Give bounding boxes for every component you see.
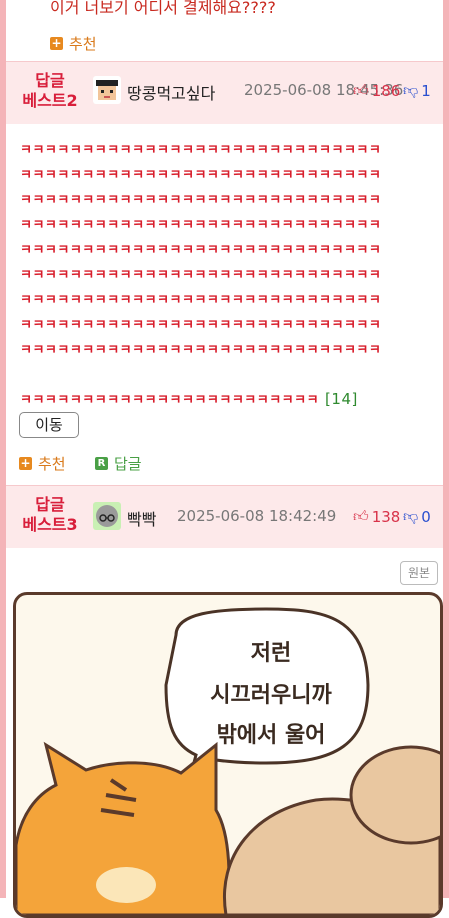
plus-icon: + <box>50 36 63 50</box>
page-frame-right <box>443 0 449 898</box>
thumbs-down-icon: 👎︎ <box>403 507 419 525</box>
comment-line: ㅋㅋㅋㅋㅋㅋㅋㅋㅋㅋㅋㅋㅋㅋㅋㅋㅋㅋㅋㅋㅋㅋㅋㅋㅋㅋㅋㅋㅋ <box>20 268 382 283</box>
comment-header-best2: 답글 베스트2 땅콩먹고싶다 2025-06-08 18:45:36 👍︎ 18… <box>6 61 443 124</box>
nickname[interactable]: 빡빡 <box>127 506 156 530</box>
move-button[interactable]: 이동 <box>19 412 79 438</box>
comment-line: ㅋㅋㅋㅋㅋㅋㅋㅋㅋㅋㅋㅋㅋㅋㅋㅋㅋㅋㅋㅋㅋㅋㅋㅋㅋㅋㅋㅋㅋ <box>20 218 382 233</box>
best-tag: 답글 베스트3 <box>22 495 78 534</box>
comment-line: ㅋㅋㅋㅋㅋㅋㅋㅋㅋㅋㅋㅋㅋㅋㅋㅋㅋㅋㅋㅋㅋㅋㅋㅋㅋㅋㅋㅋㅋ <box>20 318 382 333</box>
reply-icon: R <box>95 457 108 470</box>
avatar[interactable] <box>93 76 121 104</box>
thumbs-down-icon: 👎︎ <box>403 81 419 99</box>
comment-line: ㅋㅋㅋㅋㅋㅋㅋㅋㅋㅋㅋㅋㅋㅋㅋㅋㅋㅋㅋㅋㅋㅋㅋㅋㅋㅋㅋㅋㅋ <box>20 243 382 258</box>
recommend-button[interactable]: + 추천 <box>19 453 66 474</box>
plus-icon: + <box>19 456 32 470</box>
page-frame-left <box>0 0 6 898</box>
best-tag: 답글 베스트2 <box>22 71 78 110</box>
comment-line: ㅋㅋㅋㅋㅋㅋㅋㅋㅋㅋㅋㅋㅋㅋㅋㅋㅋㅋㅋㅋㅋㅋㅋㅋㅋㅋㅋㅋㅋ <box>20 143 382 158</box>
bubble-line: 밖에서 울어 <box>216 723 326 748</box>
comment-text: 이거 너보기 어디서 결제해요???? <box>50 0 276 17</box>
recommend-label: 추천 <box>38 455 66 473</box>
thumbs-up-icon: 👍︎ <box>353 507 369 525</box>
nickname[interactable]: 땅콩먹고싶다 <box>127 80 215 104</box>
comment-line-last: ㅋㅋㅋㅋㅋㅋㅋㅋㅋㅋㅋㅋㅋㅋㅋㅋㅋㅋㅋㅋㅋㅋㅋㅋ [14] <box>20 390 358 408</box>
bubble-line: 저런 <box>250 641 292 666</box>
downvote-button[interactable]: 👎︎ 1 <box>403 81 431 100</box>
avatar[interactable] <box>93 502 121 530</box>
thumbs-up-icon: 👍︎ <box>353 81 369 99</box>
post-date: 2025-06-08 18:42:49 <box>177 507 337 525</box>
comment-line: ㅋㅋㅋㅋㅋㅋㅋㅋㅋㅋㅋㅋㅋㅋㅋㅋㅋㅋㅋㅋㅋㅋㅋㅋㅋㅋㅋㅋㅋ <box>20 293 382 308</box>
comment-image[interactable]: 저런 시끄러우니까 밖에서 울어 <box>13 592 443 918</box>
upvote-button[interactable]: 👍︎ 138 <box>353 507 400 526</box>
bubble-line: 시끄러우니까 <box>210 683 332 708</box>
recommend-label: 추천 <box>69 35 97 53</box>
original-image-button[interactable]: 원본 <box>400 561 438 585</box>
reply-button[interactable]: R 답글 <box>95 453 142 474</box>
upvote-button[interactable]: 👍︎ 186 <box>353 81 400 100</box>
comment-header-best3: 답글 베스트3 빡빡 2025-06-08 18:42:49 👍︎ 138 👎︎… <box>6 485 443 548</box>
reply-label: 답글 <box>114 455 142 473</box>
reply-count[interactable]: [14] <box>325 390 358 408</box>
downvote-button[interactable]: 👎︎ 0 <box>403 507 431 526</box>
comment-line: ㅋㅋㅋㅋㅋㅋㅋㅋㅋㅋㅋㅋㅋㅋㅋㅋㅋㅋㅋㅋㅋㅋㅋㅋㅋㅋㅋㅋㅋ <box>20 168 382 183</box>
comment-line: ㅋㅋㅋㅋㅋㅋㅋㅋㅋㅋㅋㅋㅋㅋㅋㅋㅋㅋㅋㅋㅋㅋㅋㅋㅋㅋㅋㅋㅋ <box>20 343 382 358</box>
comment-line: ㅋㅋㅋㅋㅋㅋㅋㅋㅋㅋㅋㅋㅋㅋㅋㅋㅋㅋㅋㅋㅋㅋㅋㅋㅋㅋㅋㅋㅋ <box>20 193 382 208</box>
recommend-button[interactable]: + 추천 <box>50 33 97 54</box>
